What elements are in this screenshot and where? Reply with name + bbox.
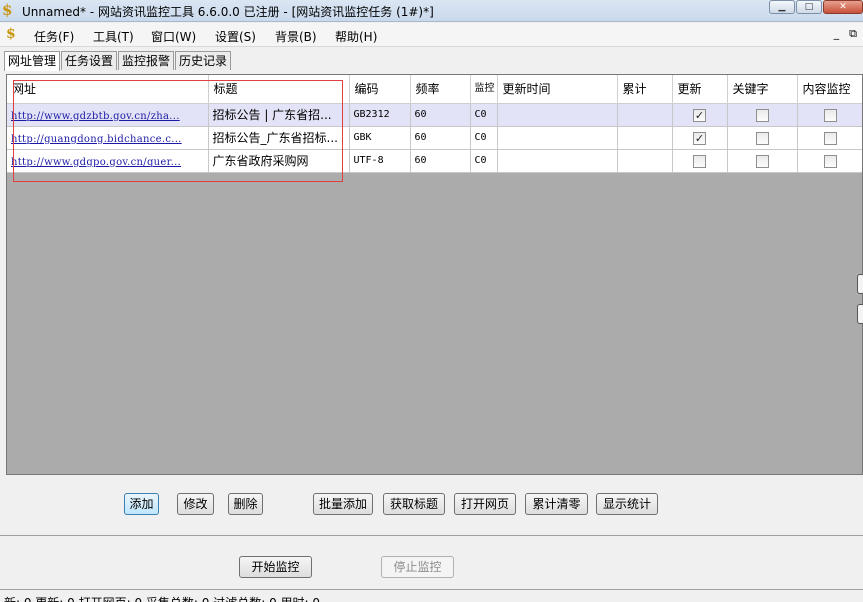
close-button[interactable]: ✕	[823, 0, 863, 14]
window-title: Unnamed* - 网站资讯监控工具 6.6.0.0 已注册 - [网站资讯监…	[22, 5, 434, 19]
tab-url-management[interactable]: 网址管理	[4, 51, 61, 71]
clear-total-button[interactable]: 累计清零	[525, 493, 588, 515]
tab-task-settings[interactable]: 任务设置	[61, 51, 118, 70]
cell-content-monitor	[797, 126, 862, 150]
cell-update: ✓	[672, 103, 728, 127]
header-url[interactable]: 网址	[7, 75, 209, 104]
app-dollar-icon: $	[2, 1, 13, 19]
keyword-checkbox[interactable]	[755, 108, 769, 122]
cell-frequency: 60	[410, 126, 471, 150]
cell-title: 广东省政府采购网	[208, 149, 350, 173]
cell-frequency: 60	[410, 149, 471, 173]
menu-background[interactable]: 背景(B)	[275, 28, 317, 45]
cell-frequency: 60	[410, 103, 471, 127]
cell-update-time	[497, 103, 618, 127]
menu-bar: $ 任务(F) 工具(T) 窗口(W) 设置(S) 背景(B) 帮助(H) _ …	[0, 23, 863, 47]
menu-tools[interactable]: 工具(T)	[93, 28, 134, 45]
cell-encoding: GB2312	[349, 103, 411, 127]
splitter-handle-top[interactable]	[857, 274, 863, 294]
cell-title: 招标公告 | 广东省招...	[208, 103, 350, 127]
mdi-restore-button[interactable]: ⧉	[849, 27, 857, 41]
tab-strip: 网址管理 任务设置 监控报警 历史记录	[4, 51, 232, 71]
cell-url[interactable]: http://guangdong.bidchance.c...	[7, 126, 209, 150]
content-monitor-checkbox[interactable]	[824, 108, 837, 122]
tab-history[interactable]: 历史记录	[175, 51, 232, 70]
header-title[interactable]: 标题	[208, 75, 350, 104]
header-frequency[interactable]: 频率	[410, 75, 471, 104]
cell-keyword	[727, 126, 798, 150]
update-checkbox[interactable]: ✓	[693, 131, 706, 145]
update-checkbox[interactable]: ✓	[693, 108, 706, 122]
url-table: 网址 标题 编码 频率 监控 更新时间 累计 更新 关键字 内容监控 http:…	[7, 75, 862, 173]
cell-total	[617, 103, 673, 127]
cell-total	[617, 149, 673, 173]
menu-settings[interactable]: 设置(S)	[215, 28, 256, 45]
status-bar: 新: 0 更新: 0 打开网页: 0 采集总数: 0 过滤总数: 0 用时: 0	[4, 594, 320, 602]
delete-button[interactable]: 删除	[228, 493, 263, 515]
header-content-monitor[interactable]: 内容监控	[797, 75, 862, 104]
cell-monitor: C0	[470, 103, 498, 127]
menu-dollar-icon: $	[6, 26, 16, 42]
cell-update: ✓	[672, 126, 728, 150]
menu-help[interactable]: 帮助(H)	[335, 28, 377, 45]
cell-content-monitor	[797, 149, 862, 173]
cell-update-time	[497, 126, 618, 150]
header-encoding[interactable]: 编码	[349, 75, 411, 104]
cell-monitor: C0	[470, 126, 498, 150]
cell-update-time	[497, 149, 618, 173]
cell-url[interactable]: http://www.gdzbtb.gov.cn/zha...	[7, 103, 209, 127]
content-monitor-checkbox[interactable]	[824, 131, 837, 145]
cell-monitor: C0	[470, 149, 498, 173]
keyword-checkbox[interactable]	[755, 154, 769, 168]
title-bar: $ Unnamed* - 网站资讯监控工具 6.6.0.0 已注册 - [网站资…	[0, 0, 863, 22]
show-stats-button[interactable]: 显示统计	[596, 493, 658, 515]
cell-total	[617, 126, 673, 150]
keyword-checkbox[interactable]	[755, 131, 769, 145]
menu-window[interactable]: 窗口(W)	[151, 28, 196, 45]
header-monitor[interactable]: 监控	[470, 75, 498, 104]
url-link[interactable]: http://www.gdgpo.gov.cn/quer...	[11, 157, 181, 168]
url-link[interactable]: http://guangdong.bidchance.c...	[11, 134, 182, 145]
panel-divider	[0, 535, 863, 536]
status-divider	[0, 589, 863, 590]
table-row[interactable]: http://www.gdzbtb.gov.cn/zha... 招标公告 | 广…	[7, 103, 862, 127]
header-update-time[interactable]: 更新时间	[497, 75, 618, 104]
cell-encoding: GBK	[349, 126, 411, 150]
cell-keyword	[727, 103, 798, 127]
header-total[interactable]: 累计	[617, 75, 673, 104]
edit-button[interactable]: 修改	[177, 493, 214, 515]
table-header-row: 网址 标题 编码 频率 监控 更新时间 累计 更新 关键字 内容监控	[7, 75, 862, 104]
header-keyword[interactable]: 关键字	[727, 75, 798, 104]
table-row[interactable]: http://guangdong.bidchance.c... 招标公告_广东省…	[7, 126, 862, 150]
tab-monitor-alarm[interactable]: 监控报警	[118, 51, 175, 70]
cell-encoding: UTF-8	[349, 149, 411, 173]
add-button[interactable]: 添加	[124, 493, 159, 515]
open-page-button[interactable]: 打开网页	[454, 493, 516, 515]
stop-monitor-button: 停止监控	[381, 556, 454, 578]
update-checkbox[interactable]	[693, 154, 706, 168]
cell-content-monitor	[797, 103, 862, 127]
cell-title: 招标公告_广东省招标...	[208, 126, 350, 150]
start-monitor-button[interactable]: 开始监控	[239, 556, 312, 578]
mdi-controls: _ ⧉	[834, 27, 857, 41]
cell-update	[672, 149, 728, 173]
cell-url[interactable]: http://www.gdgpo.gov.cn/quer...	[7, 149, 209, 173]
menu-task[interactable]: 任务(F)	[34, 28, 74, 45]
splitter-handle-bottom[interactable]	[857, 304, 863, 324]
fetch-title-button[interactable]: 获取标题	[383, 493, 445, 515]
url-grid[interactable]: 网址 标题 编码 频率 监控 更新时间 累计 更新 关键字 内容监控 http:…	[6, 74, 863, 475]
cell-keyword	[727, 149, 798, 173]
header-update[interactable]: 更新	[672, 75, 728, 104]
batch-add-button[interactable]: 批量添加	[313, 493, 373, 515]
table-row[interactable]: http://www.gdgpo.gov.cn/quer... 广东省政府采购网…	[7, 149, 862, 173]
minimize-button[interactable]: ▁	[769, 0, 795, 14]
maximize-button[interactable]: □	[796, 0, 822, 14]
mdi-minimize-button[interactable]: _	[834, 27, 840, 41]
window-controls: ▁ □ ✕	[768, 0, 863, 18]
url-link[interactable]: http://www.gdzbtb.gov.cn/zha...	[11, 111, 180, 122]
content-monitor-checkbox[interactable]	[824, 154, 837, 168]
